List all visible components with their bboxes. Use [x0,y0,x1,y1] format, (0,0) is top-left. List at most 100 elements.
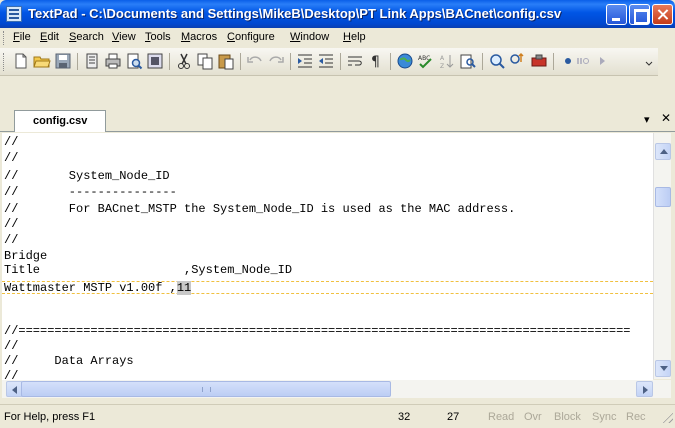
menu-configure-label: onfigure [234,31,275,43]
editor-line: //======================================… [4,324,631,338]
menu-search-label: earch [76,31,104,43]
status-help-text: For Help, press F1 [4,411,96,423]
scroll-right-button[interactable] [636,381,653,397]
menu-tools[interactable]: Tools [145,31,171,43]
macro-next-icon[interactable] [594,52,612,70]
tab-config-csv[interactable]: config.csv [14,110,106,132]
menu-window-label: indow [300,31,330,43]
paste-icon[interactable] [217,52,235,70]
status-read-indicator: Read [488,411,515,423]
indent-icon[interactable] [296,52,314,70]
tab-close-icon[interactable]: ✕ [661,111,671,125]
textpad-app-icon[interactable] [6,6,22,22]
tab-list-chevron-down-icon[interactable]: ▾ [644,113,650,126]
toolbar-separator [553,53,554,70]
editor-line: // [4,151,19,165]
pilcrow-icon[interactable]: ¶ [367,52,385,70]
toolbar-overflow-icon[interactable] [640,52,654,70]
menu-help[interactable]: Help [343,31,366,43]
horizontal-scrollbar[interactable] [2,380,671,398]
window-title: TextPad - C:\Documents and Settings\Mike… [28,6,562,21]
horizontal-scroll-thumb[interactable] [21,381,391,397]
menu-configure[interactable]: Configure [227,31,275,43]
editor-current-line: Wattmaster MSTP v1.00f ,11 [4,281,653,295]
replace-icon[interactable] [509,52,527,70]
vertical-scroll-thumb[interactable] [655,187,671,207]
menu-window[interactable]: Window [290,31,329,43]
editor-line: // Data Arrays [4,354,134,368]
menu-edit[interactable]: Edit [40,31,59,43]
toolbar-separator [482,53,483,70]
close-button[interactable] [652,4,673,25]
status-column-number: 27 [447,411,460,423]
vertical-scrollbar[interactable] [653,133,671,379]
editor-line: // [4,135,19,149]
document-properties-icon[interactable] [146,52,164,70]
toolbar: ¶ ABC AZ [0,48,658,76]
editor-line: // System_Node_ID [4,169,170,183]
svg-text:¶: ¶ [371,54,380,70]
menu-file-accel: F [13,31,20,43]
macro-play-icon[interactable] [574,52,592,70]
toolbar-separator [340,53,341,70]
save-icon[interactable] [54,52,72,70]
redo-icon[interactable] [267,52,285,70]
save-all-icon[interactable] [83,52,101,70]
current-line-text: Wattmaster MSTP v1.00f , [4,281,177,295]
menu-file[interactable]: File [13,31,31,43]
maximize-button[interactable] [629,4,650,25]
print-icon[interactable] [104,52,122,70]
toolbar-separator [240,53,241,70]
undo-icon[interactable] [246,52,264,70]
editor-line: // [4,217,19,231]
editor-line: // --------------- [4,185,177,199]
scroll-down-button[interactable] [655,360,671,377]
spelling-icon[interactable]: ABC [417,52,435,70]
scroll-up-button[interactable] [655,143,671,160]
title-bar[interactable]: TextPad - C:\Documents and Settings\Mike… [0,0,675,28]
menu-macros-label: acros [190,31,218,43]
menu-macros[interactable]: Macros [181,31,217,43]
menu-search[interactable]: Search [69,31,104,43]
menu-help-label: elp [350,31,366,43]
new-file-icon[interactable] [12,52,30,70]
cut-icon[interactable] [175,52,193,70]
sort-icon[interactable]: AZ [438,52,456,70]
outdent-icon[interactable] [317,52,335,70]
menu-window-accel: W [290,31,301,43]
scroll-grip-icon [202,387,211,392]
svg-text:Z: Z [440,63,444,70]
status-record-indicator: Rec [626,411,646,423]
minimize-button[interactable] [606,4,627,25]
status-line-number: 32 [398,411,411,423]
editor-line: // [4,233,19,247]
toolbar-grip[interactable] [3,53,6,71]
web-icon[interactable] [396,52,414,70]
toolbar-separator [290,53,291,70]
copy-icon[interactable] [196,52,214,70]
status-overwrite-indicator: Ovr [524,411,542,423]
tools-icon[interactable] [530,52,548,70]
status-block-indicator: Block [554,411,581,423]
find-icon[interactable] [488,52,506,70]
arrow-left-icon [12,386,17,394]
menu-view[interactable]: View [112,31,136,43]
selected-text: 11 [176,281,192,295]
print-preview-icon[interactable] [125,52,143,70]
menu-file-label: ile [19,31,31,43]
svg-text:A: A [440,55,445,62]
menu-configure-accel: C [227,31,235,43]
menu-view-label: iew [119,31,136,43]
editor-line: Title ,System_Node_ID [4,263,293,277]
text-editor[interactable]: // // // System_Node_ID // -------------… [2,133,653,380]
toolbar-separator [77,53,78,70]
find-in-files-icon[interactable] [459,52,477,70]
editor-line: // [4,339,19,353]
menu-tools-label: ools [150,31,171,43]
toolbar-separator [169,53,170,70]
word-wrap-icon[interactable] [346,52,364,70]
open-folder-icon[interactable] [33,52,51,70]
menu-grip[interactable] [3,31,6,45]
menu-macros-accel: M [181,31,191,43]
